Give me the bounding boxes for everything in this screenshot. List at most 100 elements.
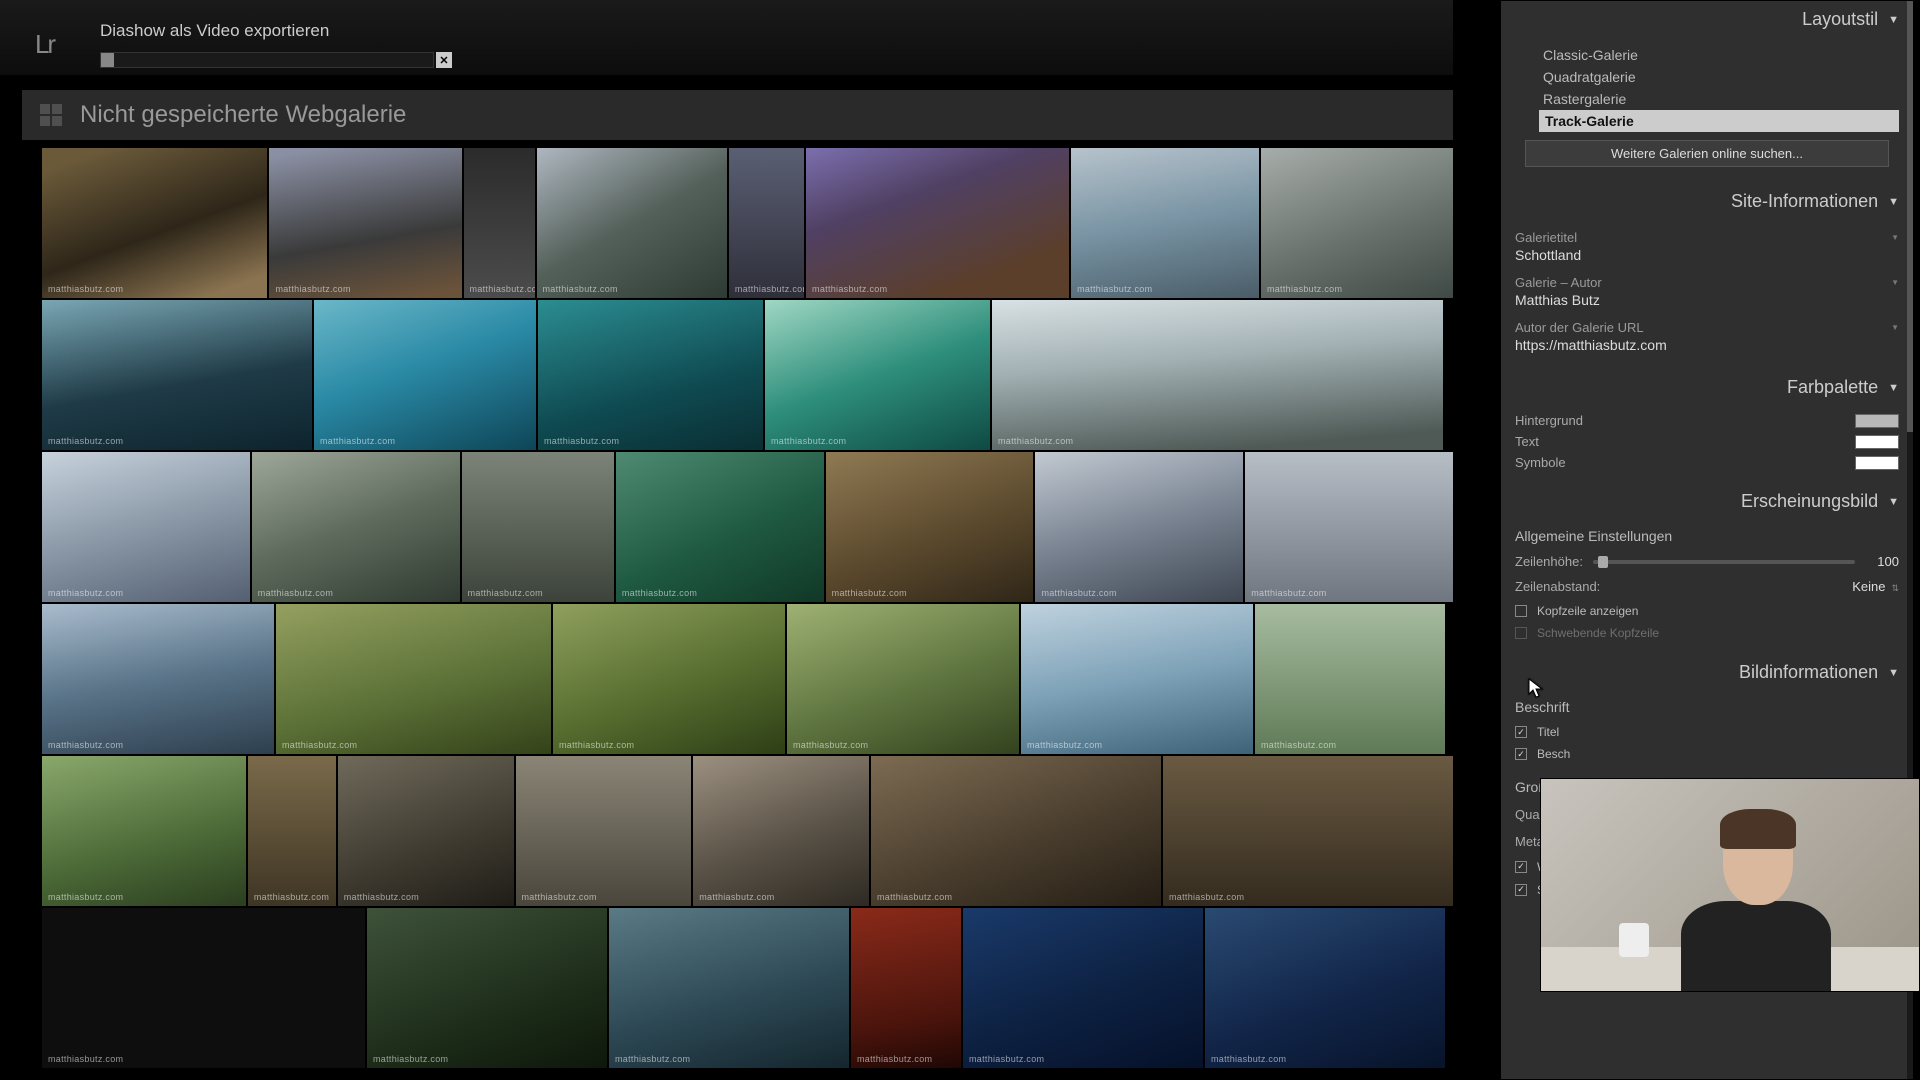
gallery-thumbnail[interactable]: matthiasbutz.com xyxy=(248,756,336,906)
watermark-text: matthiasbutz.com xyxy=(522,892,597,902)
color-row[interactable]: Symbole xyxy=(1515,452,1899,473)
color-swatch[interactable] xyxy=(1855,456,1899,470)
watermark-text: matthiasbutz.com xyxy=(1077,284,1152,294)
floating-header-checkbox: Schwebende Kopfzeile xyxy=(1515,622,1899,644)
row-height-slider[interactable]: Zeilenhöhe: 100 xyxy=(1515,550,1899,573)
gallery-thumbnail[interactable]: matthiasbutz.com xyxy=(1035,452,1243,602)
section-site-info[interactable]: Site-Informationen ▼ xyxy=(1501,183,1913,220)
gallery-thumbnail[interactable]: matthiasbutz.com xyxy=(871,756,1161,906)
checkbox-icon xyxy=(1515,627,1527,639)
more-galleries-button[interactable]: Weitere Galerien online suchen... xyxy=(1525,140,1889,167)
layout-style-item[interactable]: Track-Galerie xyxy=(1539,110,1899,132)
slider-track[interactable] xyxy=(1593,560,1855,564)
section-layout-style[interactable]: Layoutstil ▼ xyxy=(1501,1,1913,38)
watermark-text: matthiasbutz.com xyxy=(258,588,333,598)
author-url-field[interactable]: https://matthiasbutz.com xyxy=(1515,335,1899,359)
cancel-export-button[interactable]: ✕ xyxy=(436,52,452,68)
watermark-text: matthiasbutz.com xyxy=(699,892,774,902)
show-header-checkbox[interactable]: Kopfzeile anzeigen xyxy=(1515,600,1899,622)
gallery-title-field[interactable]: Schottland xyxy=(1515,245,1899,269)
color-row[interactable]: Hintergrund xyxy=(1515,410,1899,431)
gallery-thumbnail[interactable]: matthiasbutz.com xyxy=(616,452,824,602)
gallery-thumbnail[interactable]: matthiasbutz.com xyxy=(826,452,1034,602)
row-spacing-select[interactable]: Zeilenabstand: Keine⇅ xyxy=(1515,573,1899,600)
gallery-thumbnail[interactable]: matthiasbutz.com xyxy=(609,908,849,1068)
watermark-text: matthiasbutz.com xyxy=(470,284,535,294)
gallery-thumbnail[interactable]: matthiasbutz.com xyxy=(276,604,551,754)
section-image-info[interactable]: Bildinformationen ▼ xyxy=(1501,654,1913,691)
color-row[interactable]: Text xyxy=(1515,431,1899,452)
gallery-thumbnail[interactable]: matthiasbutz.com xyxy=(538,300,763,450)
section-color-palette[interactable]: Farbpalette ▼ xyxy=(1501,369,1913,406)
gallery-thumbnail[interactable]: matthiasbutz.com xyxy=(367,908,607,1068)
gallery-thumbnail[interactable]: matthiasbutz.com xyxy=(252,452,460,602)
gallery-thumbnail[interactable]: matthiasbutz.com xyxy=(553,604,785,754)
chevron-down-icon[interactable]: ▼ xyxy=(1891,233,1899,242)
author-field[interactable]: Matthias Butz xyxy=(1515,290,1899,314)
gallery-thumbnail[interactable]: matthiasbutz.com xyxy=(42,908,365,1068)
gallery-thumbnail[interactable]: matthiasbutz.com xyxy=(1205,908,1445,1068)
chevron-down-icon[interactable]: ▼ xyxy=(1891,323,1899,332)
gallery-thumbnail[interactable]: matthiasbutz.com xyxy=(462,452,614,602)
chevron-down-icon: ▼ xyxy=(1888,667,1899,679)
export-task-title: Diashow als Video exportieren xyxy=(100,21,329,41)
gallery-thumbnail[interactable]: matthiasbutz.com xyxy=(42,756,246,906)
color-swatch[interactable] xyxy=(1855,414,1899,428)
section-title: Farbpalette xyxy=(1787,377,1878,398)
gallery-thumbnail[interactable]: matthiasbutz.com xyxy=(537,148,727,298)
gallery-thumbnail[interactable]: matthiasbutz.com xyxy=(787,604,1019,754)
watermark-text: matthiasbutz.com xyxy=(1041,588,1116,598)
watermark-text: matthiasbutz.com xyxy=(48,284,123,294)
grid-icon xyxy=(40,104,62,126)
chevron-down-icon: ▼ xyxy=(1888,382,1899,394)
section-title: Erscheinungsbild xyxy=(1741,491,1878,512)
gallery-thumbnail[interactable]: matthiasbutz.com xyxy=(1071,148,1259,298)
layout-style-item[interactable]: Classic-Galerie xyxy=(1539,44,1899,66)
gallery-thumbnail[interactable]: matthiasbutz.com xyxy=(963,908,1203,1068)
color-swatch[interactable] xyxy=(1855,435,1899,449)
gallery-grid[interactable]: matthiasbutz.commatthiasbutz.commatthias… xyxy=(42,148,1453,1080)
layout-style-item[interactable]: Quadratgalerie xyxy=(1539,66,1899,88)
gallery-title-label: Galerietitel▼ xyxy=(1515,230,1899,245)
gallery-thumbnail[interactable]: matthiasbutz.com xyxy=(464,148,535,298)
export-progress: ✕ xyxy=(100,52,452,68)
gallery-thumbnail[interactable]: matthiasbutz.com xyxy=(1163,756,1453,906)
gallery-thumbnail[interactable]: matthiasbutz.com xyxy=(765,300,990,450)
checkbox-icon xyxy=(1515,605,1527,617)
description-checkbox[interactable]: ✓ Besch xyxy=(1515,743,1899,765)
gallery-thumbnail[interactable]: matthiasbutz.com xyxy=(269,148,461,298)
chevron-down-icon[interactable]: ▼ xyxy=(1891,278,1899,287)
watermark-text: matthiasbutz.com xyxy=(544,436,619,446)
checkbox-icon: ✓ xyxy=(1515,884,1527,896)
watermark-text: matthiasbutz.com xyxy=(543,284,618,294)
section-appearance[interactable]: Erscheinungsbild ▼ xyxy=(1501,483,1913,520)
title-checkbox[interactable]: ✓ Titel xyxy=(1515,721,1899,743)
gallery-thumbnail[interactable]: matthiasbutz.com xyxy=(693,756,869,906)
watermark-text: matthiasbutz.com xyxy=(373,1054,448,1064)
watermark-text: matthiasbutz.com xyxy=(812,284,887,294)
watermark-text: matthiasbutz.com xyxy=(998,436,1073,446)
watermark-text: matthiasbutz.com xyxy=(48,1054,123,1064)
gallery-thumbnail[interactable]: matthiasbutz.com xyxy=(1021,604,1253,754)
author-url-label: Autor der Galerie URL▼ xyxy=(1515,320,1899,335)
gallery-thumbnail[interactable]: matthiasbutz.com xyxy=(42,452,250,602)
gallery-thumbnail[interactable]: matthiasbutz.com xyxy=(516,756,692,906)
gallery-thumbnail[interactable]: matthiasbutz.com xyxy=(42,604,274,754)
gallery-thumbnail[interactable]: matthiasbutz.com xyxy=(1245,452,1453,602)
section-title: Site-Informationen xyxy=(1731,191,1878,212)
gallery-thumbnail[interactable]: matthiasbutz.com xyxy=(338,756,514,906)
watermark-text: matthiasbutz.com xyxy=(877,892,952,902)
app-topbar: Lr Diashow als Video exportieren ✕ xyxy=(0,0,1453,75)
layout-style-item[interactable]: Rastergalerie xyxy=(1539,88,1899,110)
gallery-thumbnail[interactable]: matthiasbutz.com xyxy=(1255,604,1445,754)
gallery-thumbnail[interactable]: matthiasbutz.com xyxy=(992,300,1443,450)
gallery-thumbnail[interactable]: matthiasbutz.com xyxy=(314,300,536,450)
gallery-thumbnail[interactable]: matthiasbutz.com xyxy=(729,148,804,298)
gallery-thumbnail[interactable]: matthiasbutz.com xyxy=(42,300,312,450)
watermark-text: matthiasbutz.com xyxy=(282,740,357,750)
gallery-thumbnail[interactable]: matthiasbutz.com xyxy=(1261,148,1453,298)
gallery-thumbnail[interactable]: matthiasbutz.com xyxy=(42,148,267,298)
gallery-thumbnail[interactable]: matthiasbutz.com xyxy=(806,148,1069,298)
gallery-thumbnail[interactable]: matthiasbutz.com xyxy=(851,908,961,1068)
watermark-text: matthiasbutz.com xyxy=(48,436,123,446)
